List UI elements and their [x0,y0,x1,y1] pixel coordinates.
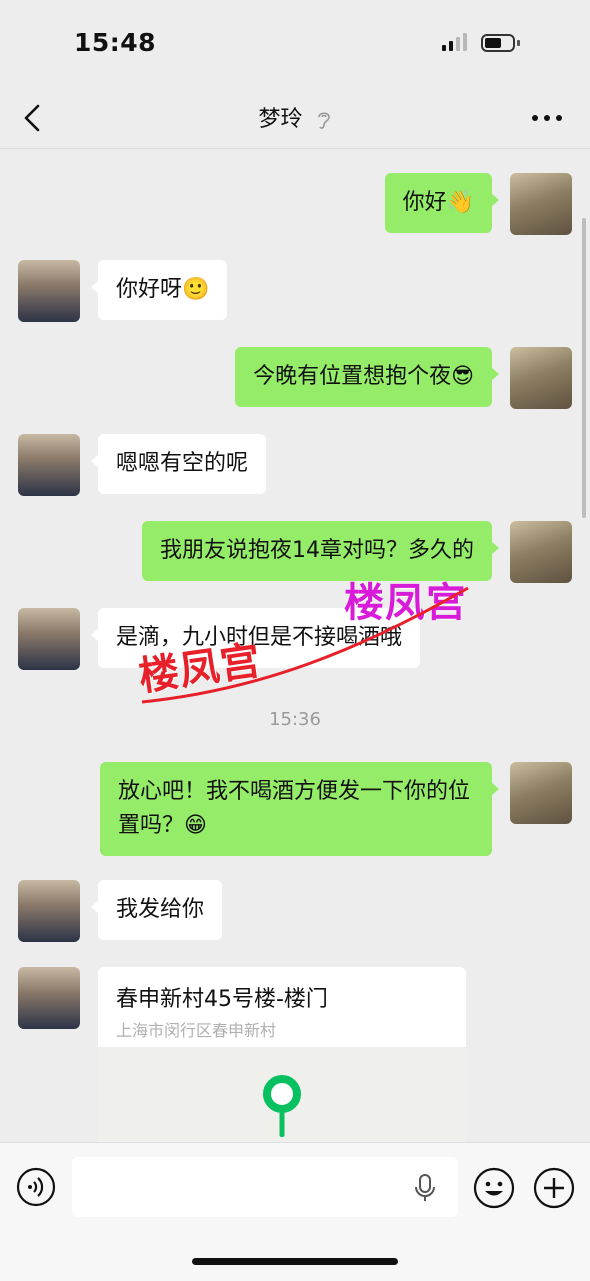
message-bubble-incoming[interactable]: 嗯嗯有空的呢 [90,434,267,494]
chat-scrollbar[interactable] [582,218,586,518]
microphone-icon[interactable] [414,1173,436,1203]
message-bubble-outgoing[interactable]: 今晚有位置想抱个夜😎 [235,347,499,407]
avatar-contact[interactable] [18,967,80,1029]
message-bubble-incoming[interactable]: 你好呀🙂 [90,260,228,320]
ellipsis-icon[interactable] [530,110,566,126]
avatar-contact[interactable] [18,434,80,496]
location-message-card[interactable]: 春申新村45号楼-楼门 上海市闵行区春申新村 [98,967,466,1142]
ear-off-icon [317,112,330,129]
avatar-self[interactable] [510,347,572,409]
signal-icon [442,33,467,51]
location-title: 春申新村45号楼-楼门 [116,987,328,1012]
avatar-contact[interactable] [18,260,80,322]
chat-header: 梦玲 [0,88,590,149]
avatar-self[interactable] [510,173,572,235]
battery-icon [481,34,515,52]
voice-mode-icon[interactable] [16,1167,56,1207]
avatar-self[interactable] [510,521,572,583]
map-pin-icon [263,1075,301,1137]
location-address: 上海市闵行区春申新村 [116,1021,277,1040]
chat-title: 梦玲 [0,101,590,133]
location-map-preview[interactable] [98,1047,466,1142]
plus-icon[interactable] [533,1167,575,1209]
battery-cap [517,40,520,46]
contact-name: 梦玲 [258,107,303,132]
message-bubble-incoming[interactable]: 我发给你 [90,880,223,940]
home-indicator[interactable] [192,1258,398,1265]
avatar-contact[interactable] [18,608,80,670]
message-input[interactable] [72,1157,458,1217]
emoji-icon[interactable] [473,1167,515,1209]
message-bubble-outgoing[interactable]: 放心吧！我不喝酒方便发一下你的位置吗？😁 [100,762,499,856]
status-bar: 15:48 [0,0,590,88]
watermark-swoosh [141,586,469,704]
avatar-self[interactable] [510,762,572,824]
status-time: 15:48 [74,28,157,57]
avatar-contact[interactable] [18,880,80,942]
message-timestamp: 15:36 [269,709,321,730]
message-bubble-outgoing[interactable]: 你好👋 [384,173,500,233]
